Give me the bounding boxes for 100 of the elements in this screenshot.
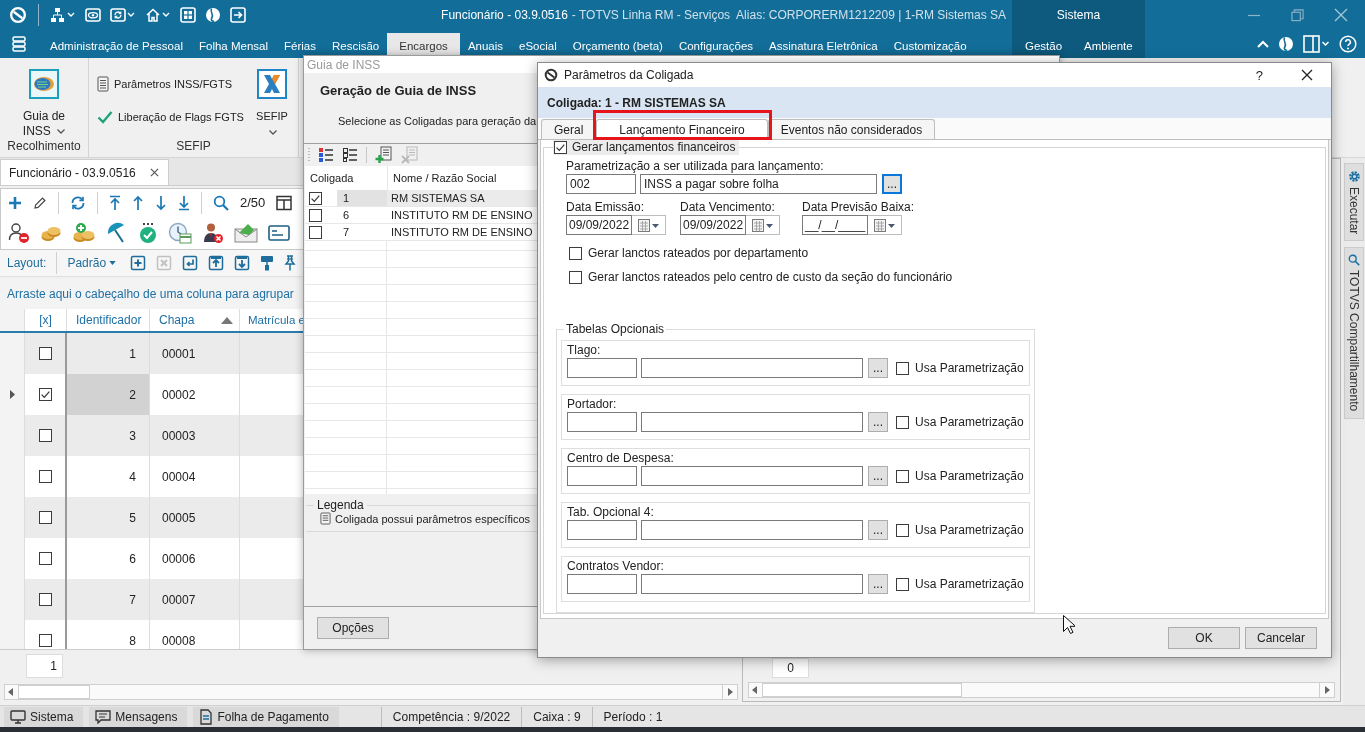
menu-tab[interactable]: Configurações bbox=[670, 33, 762, 58]
checkbox[interactable] bbox=[38, 470, 52, 483]
checkbox[interactable] bbox=[38, 634, 52, 647]
add-row-icon[interactable] bbox=[130, 255, 147, 271]
dialog-button[interactable]: OK bbox=[1168, 627, 1240, 649]
menu-tab[interactable]: Gestão bbox=[1017, 33, 1071, 58]
app-logo-icon[interactable] bbox=[9, 6, 27, 24]
lookup-button[interactable]: ... bbox=[868, 520, 888, 540]
checkbox[interactable] bbox=[38, 593, 52, 606]
close-icon[interactable] bbox=[149, 168, 159, 177]
list-icon[interactable] bbox=[342, 147, 358, 163]
checkbox[interactable] bbox=[896, 361, 909, 375]
person-remove-icon[interactable] bbox=[202, 221, 224, 244]
input-field[interactable] bbox=[641, 358, 863, 378]
menu-tab[interactable]: Orçamento (beta) bbox=[564, 33, 671, 58]
envelope-icon[interactable] bbox=[234, 222, 258, 243]
menu-tab[interactable]: Administração de Pessoal bbox=[42, 33, 191, 58]
menu-tab[interactable]: Rescisão bbox=[323, 33, 388, 58]
paint-roller-icon[interactable] bbox=[260, 255, 275, 271]
side-tab[interactable]: TOTVS Compartilhamento bbox=[1344, 247, 1364, 419]
add-document-icon[interactable] bbox=[375, 146, 393, 164]
eye-window-icon[interactable] bbox=[85, 7, 101, 23]
check-circle-icon[interactable] bbox=[138, 221, 158, 244]
input-field[interactable] bbox=[641, 520, 863, 540]
input-field[interactable] bbox=[567, 358, 637, 378]
arrow-up-icon[interactable] bbox=[132, 194, 144, 211]
help-icon[interactable] bbox=[1339, 35, 1357, 53]
lookup-button[interactable]: ... bbox=[882, 174, 902, 194]
ribbon-button[interactable]: Parâmetros INSS/FGTS bbox=[97, 74, 244, 94]
arrow-down-icon[interactable] bbox=[155, 194, 167, 211]
checkbox[interactable] bbox=[554, 140, 567, 154]
checkbox[interactable] bbox=[569, 246, 582, 260]
add-coins-icon[interactable] bbox=[72, 221, 96, 244]
checkbox[interactable] bbox=[309, 225, 322, 239]
status-tab[interactable]: Mensagens bbox=[89, 706, 188, 727]
checkbox[interactable] bbox=[38, 552, 52, 565]
lookup-button[interactable]: ... bbox=[868, 574, 888, 594]
remove-person-icon[interactable] bbox=[8, 221, 30, 244]
input-field[interactable]: 002 bbox=[566, 174, 636, 194]
move-to-bottom-icon[interactable] bbox=[178, 194, 190, 211]
status-tab[interactable]: Folha de Pagamento bbox=[193, 706, 339, 727]
panel-layout-dropdown-icon[interactable] bbox=[1303, 35, 1330, 53]
close-icon[interactable] bbox=[1301, 69, 1313, 81]
checkbox[interactable] bbox=[896, 469, 909, 483]
column-header[interactable]: Chapa bbox=[150, 309, 240, 331]
columns-icon[interactable] bbox=[276, 194, 293, 211]
plus-icon[interactable] bbox=[8, 195, 22, 210]
hierarchy-dropdown-icon[interactable] bbox=[50, 7, 76, 23]
chevron-up-icon[interactable] bbox=[1257, 40, 1269, 48]
status-tab[interactable]: Sistema bbox=[4, 706, 84, 727]
checkbox[interactable] bbox=[896, 523, 909, 537]
horizontal-scrollbar[interactable] bbox=[748, 682, 1335, 698]
clock-calendar-icon[interactable] bbox=[168, 221, 192, 244]
checkbox[interactable] bbox=[38, 511, 52, 524]
column-header[interactable]: Coligada bbox=[310, 172, 354, 184]
scroll-right-icon[interactable] bbox=[727, 688, 733, 696]
refresh-icon[interactable] bbox=[70, 194, 86, 211]
check-list-icon[interactable] bbox=[318, 147, 334, 163]
globe-icon[interactable] bbox=[1278, 36, 1294, 52]
date-field[interactable]: 09/09/2022 bbox=[680, 215, 746, 235]
help-button[interactable]: ? bbox=[1255, 67, 1263, 83]
move-row-down-icon[interactable] bbox=[234, 255, 251, 271]
exit-icon[interactable] bbox=[230, 7, 246, 23]
home-dropdown-icon[interactable] bbox=[145, 7, 171, 23]
input-field[interactable] bbox=[641, 574, 863, 594]
checkbox[interactable] bbox=[38, 388, 52, 401]
input-field[interactable] bbox=[567, 412, 637, 432]
input-field[interactable]: INSS a pagar sobre folha bbox=[640, 174, 877, 194]
globe-icon[interactable] bbox=[205, 7, 221, 23]
grid-window-icon[interactable] bbox=[180, 7, 196, 23]
menu-tab[interactable]: Assinatura Eletrônica bbox=[761, 33, 886, 58]
document-tab[interactable]: Funcionário - 03.9.0516 bbox=[0, 159, 169, 185]
date-field[interactable]: 09/09/2022 bbox=[566, 215, 632, 235]
input-field[interactable] bbox=[641, 412, 863, 432]
horizontal-scrollbar[interactable] bbox=[4, 684, 738, 700]
menu-tab[interactable]: Férias bbox=[276, 33, 324, 58]
date-field[interactable]: __/__/____ bbox=[802, 215, 868, 235]
checkbox[interactable] bbox=[309, 191, 322, 205]
input-field[interactable] bbox=[641, 466, 863, 486]
checkbox[interactable] bbox=[309, 208, 322, 222]
input-field[interactable] bbox=[567, 520, 637, 540]
checkbox[interactable] bbox=[896, 577, 909, 591]
scroll-right-icon[interactable] bbox=[1324, 686, 1330, 694]
move-row-up-icon[interactable] bbox=[208, 255, 225, 271]
checkbox[interactable] bbox=[896, 415, 909, 429]
lookup-button[interactable]: ... bbox=[868, 466, 888, 486]
search-icon[interactable] bbox=[213, 194, 229, 211]
calendar-button[interactable] bbox=[746, 215, 780, 235]
pencil-icon[interactable] bbox=[33, 195, 47, 210]
ribbon-button[interactable]: Liberação de Flags FGTS bbox=[97, 107, 244, 127]
menu-tab[interactable]: Ambiente bbox=[1076, 33, 1141, 58]
input-field[interactable] bbox=[567, 466, 637, 486]
column-header[interactable]: Identificador bbox=[67, 309, 150, 331]
scrollbar-thumb[interactable] bbox=[18, 685, 90, 699]
scroll-left-icon[interactable] bbox=[752, 686, 757, 694]
pin-icon[interactable] bbox=[284, 255, 297, 271]
id-card-icon[interactable] bbox=[268, 224, 290, 241]
options-button[interactable]: Opções bbox=[317, 617, 389, 639]
dialog-button[interactable]: Cancelar bbox=[1245, 627, 1317, 649]
checkbox[interactable] bbox=[38, 347, 52, 360]
